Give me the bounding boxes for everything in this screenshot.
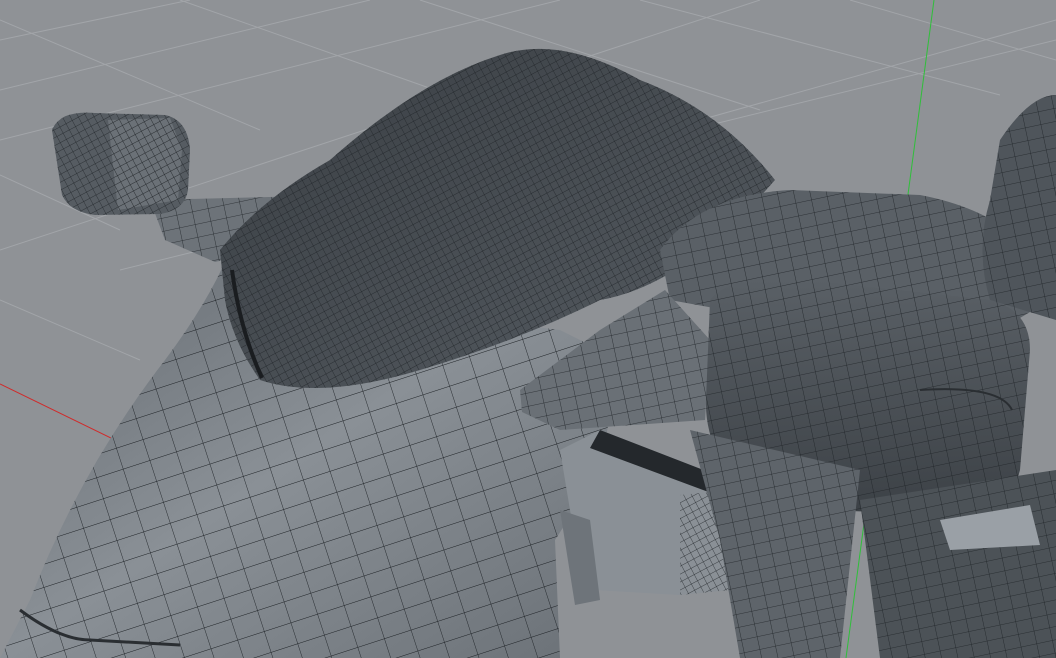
3d-viewport[interactable] [0, 0, 1056, 658]
